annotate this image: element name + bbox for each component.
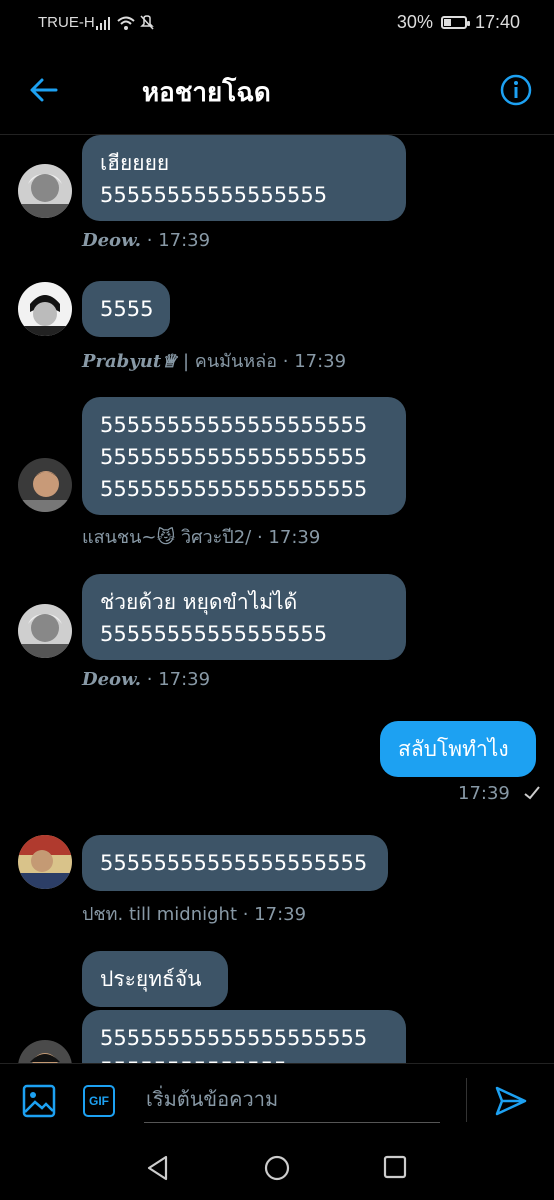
message-time: · 17:39 — [146, 669, 211, 690]
send-icon[interactable] — [494, 1084, 528, 1118]
sender-name: Deow. — [82, 669, 142, 690]
message-bubble[interactable]: ช่วยด้วย หยุดขำไม่ได้ 55555555555555555 — [82, 574, 406, 660]
message-time: · 17:39 — [146, 230, 211, 251]
avatar[interactable] — [18, 1040, 72, 1063]
battery-icon — [440, 16, 470, 29]
message-meta: ปชท. till midnight · 17:39 — [82, 899, 306, 928]
message-meta: แสนชน~😼 วิศวะปี2/ · 17:39 — [82, 522, 320, 551]
message-time: · 17:39 — [282, 351, 347, 372]
avatar[interactable] — [18, 604, 72, 658]
carrier-label: TRUE-H — [38, 14, 95, 31]
message-time: · 17:39 — [242, 904, 307, 925]
sender-name: Deow. — [82, 230, 142, 251]
message-input[interactable] — [144, 1078, 444, 1120]
avatar[interactable] — [18, 164, 72, 218]
nav-recents-icon[interactable] — [383, 1155, 407, 1179]
conversation-header: หอชายโฉด — [0, 46, 554, 135]
message-bubble[interactable]: เฮียยยย 55555555555555555 — [82, 135, 406, 221]
message-bubble[interactable]: ประยุทธ์จัน — [82, 951, 228, 1007]
sender-name: Prabyut♕ — [82, 351, 178, 372]
sender-name: ปชท. till midnight — [82, 904, 237, 925]
avatar[interactable] — [18, 835, 72, 889]
check-icon — [523, 786, 540, 800]
nav-home-icon[interactable] — [264, 1155, 290, 1181]
signal-wifi-icons — [96, 15, 154, 30]
message-bubble[interactable]: 5555 — [82, 281, 170, 337]
message-meta: 17:39 — [458, 783, 542, 804]
image-icon[interactable] — [22, 1084, 56, 1118]
message-bubble[interactable]: 55555555555555555555 55555555555555 — [82, 1010, 406, 1063]
info-icon[interactable] — [500, 74, 532, 106]
system-nav-bar — [0, 1137, 554, 1200]
conversation-title: หอชายโฉด — [142, 78, 271, 108]
my-message-bubble[interactable]: สลับโพทำไง — [380, 721, 536, 777]
message-field[interactable] — [144, 1078, 444, 1123]
sender-bio: | คนมันหล่อ — [183, 351, 278, 372]
sender-name: แสนชน~😼 วิศวะปี2/ — [82, 527, 252, 548]
nav-back-icon[interactable] — [146, 1155, 170, 1181]
message-meta: Deow. · 17:39 — [82, 230, 210, 251]
status-bar: TRUE-H 30% 17:40 — [0, 0, 554, 46]
back-arrow-icon[interactable] — [28, 74, 60, 106]
message-meta: Deow. · 17:39 — [82, 669, 210, 690]
message-time: · 17:39 — [256, 527, 321, 548]
battery-percent: 30% — [396, 12, 433, 32]
message-time: 17:39 — [458, 783, 510, 804]
clock: 17:40 — [474, 12, 520, 32]
divider — [466, 1078, 467, 1122]
avatar[interactable] — [18, 458, 72, 512]
message-bubble[interactable]: 55555555555555555555 5555555555555555555… — [82, 397, 406, 515]
message-meta: Prabyut♕ | คนมันหล่อ · 17:39 — [82, 346, 346, 375]
gif-button[interactable]: GIF — [83, 1085, 115, 1117]
message-thread[interactable]: เฮียยยย 55555555555555555 Deow. · 17:39 … — [0, 135, 554, 1063]
avatar[interactable] — [18, 282, 72, 336]
message-bubble[interactable]: 55555555555555555555 — [82, 835, 388, 891]
compose-bar: GIF — [0, 1063, 554, 1138]
